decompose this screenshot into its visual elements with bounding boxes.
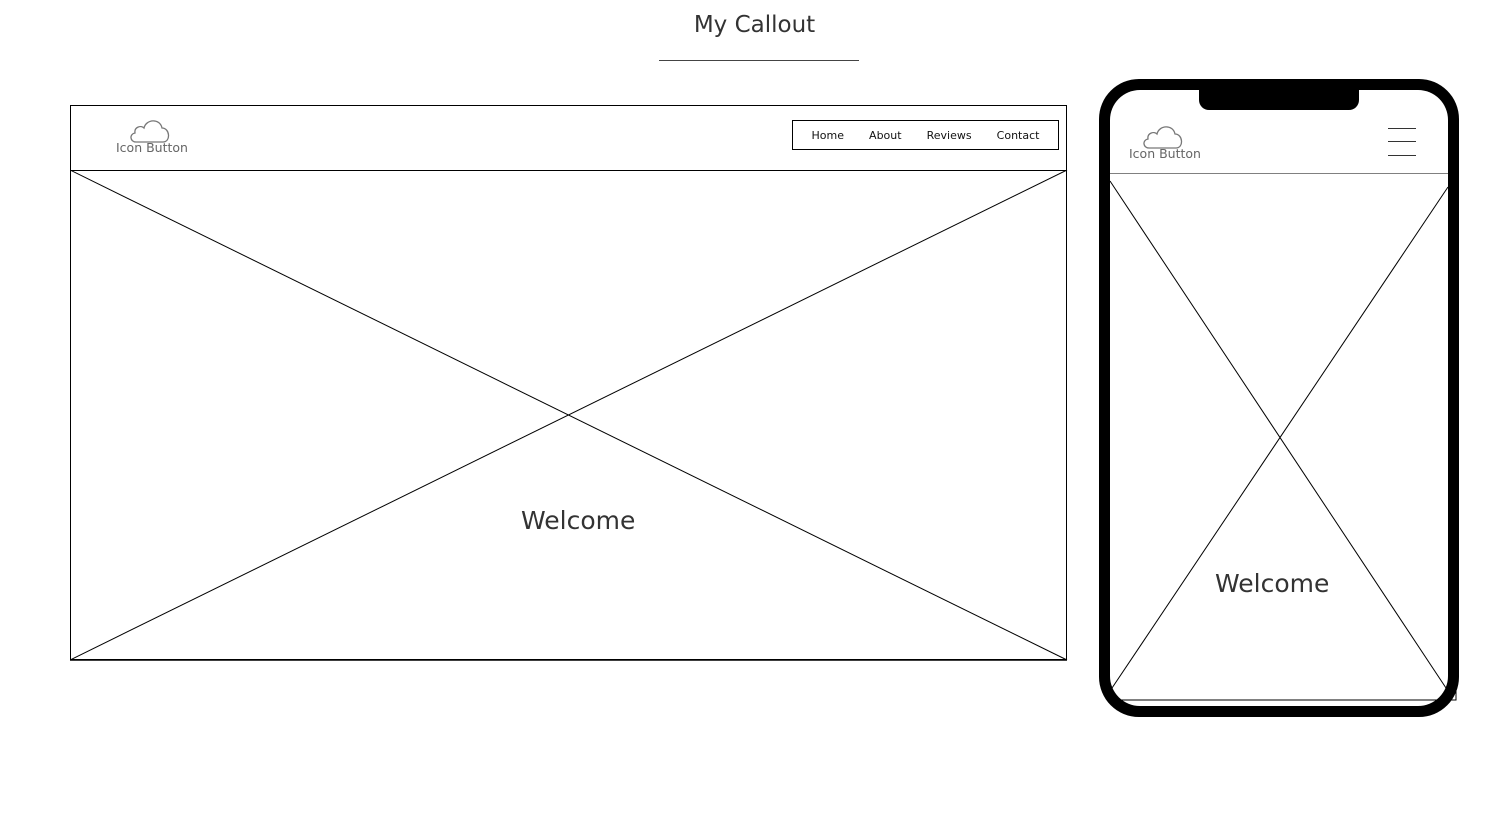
hamburger-line: [1388, 155, 1416, 156]
nav-item-home[interactable]: Home: [812, 129, 844, 142]
desktop-hero-image-placeholder: [70, 170, 1068, 661]
mobile-logo-label: Icon Button: [1129, 146, 1201, 161]
hamburger-line: [1388, 141, 1416, 142]
nav-item-reviews[interactable]: Reviews: [927, 129, 972, 142]
mobile-logo-button[interactable]: Icon Button: [1129, 122, 1201, 164]
nav-item-about[interactable]: About: [869, 129, 902, 142]
callout-title: My Callout: [693, 12, 816, 38]
desktop-welcome-text: Welcome: [521, 506, 636, 535]
hamburger-line: [1388, 128, 1416, 129]
desktop-logo-button[interactable]: Icon Button: [116, 116, 188, 158]
phone-notch: [1199, 86, 1359, 110]
callout-underline: [659, 60, 859, 61]
desktop-nav-bar: Home About Reviews Contact: [792, 120, 1059, 150]
nav-item-contact[interactable]: Contact: [997, 129, 1040, 142]
desktop-logo-label: Icon Button: [116, 140, 188, 155]
mobile-hero-image-placeholder: [1110, 173, 1457, 701]
hamburger-menu-icon[interactable]: [1384, 124, 1420, 160]
mobile-welcome-text: Welcome: [1215, 569, 1330, 598]
